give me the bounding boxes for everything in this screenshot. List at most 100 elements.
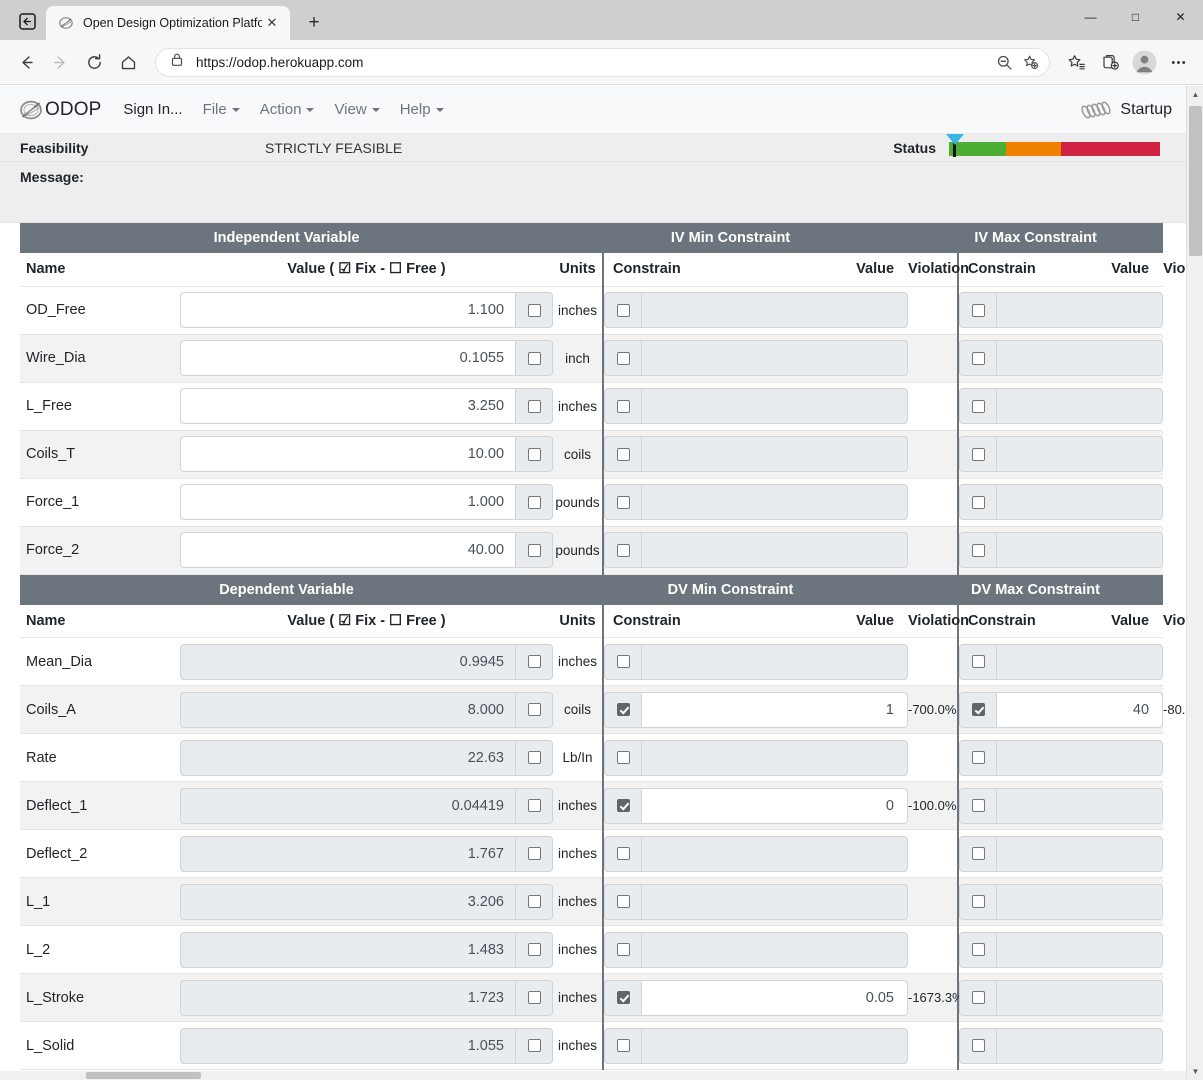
min-constrain-checkbox-wrap[interactable] bbox=[604, 436, 642, 472]
value-input[interactable]: 1.000 bbox=[180, 484, 517, 520]
fix-checkbox-wrap[interactable] bbox=[516, 1027, 553, 1064]
min-constraint-input[interactable]: 0.05 bbox=[641, 979, 908, 1016]
fix-checkbox-wrap[interactable] bbox=[516, 691, 553, 728]
value-input[interactable]: 0.9945 bbox=[180, 643, 516, 680]
max-constrain-checkbox[interactable] bbox=[971, 991, 985, 1004]
refresh-icon[interactable] bbox=[77, 45, 111, 79]
min-constrain-checkbox[interactable] bbox=[616, 399, 630, 413]
value-input[interactable]: 1.483 bbox=[180, 931, 516, 968]
fix-checkbox[interactable] bbox=[527, 943, 541, 956]
fix-checkbox-wrap[interactable] bbox=[516, 739, 553, 776]
window-minimize-icon[interactable]: — bbox=[1068, 0, 1113, 34]
horizontal-scrollbar[interactable] bbox=[0, 1071, 1186, 1080]
nav-sign-in[interactable]: Sign In... bbox=[123, 101, 182, 118]
max-constrain-checkbox-wrap[interactable] bbox=[959, 787, 996, 824]
max-constrain-checkbox[interactable] bbox=[971, 847, 985, 860]
tab-close-icon[interactable]: ✕ bbox=[262, 13, 282, 33]
max-constraint-input[interactable] bbox=[996, 931, 1164, 968]
max-constrain-checkbox-wrap[interactable] bbox=[959, 292, 997, 328]
max-constraint-input[interactable]: 40 bbox=[996, 691, 1164, 728]
value-input[interactable]: 1.723 bbox=[180, 979, 516, 1016]
fix-checkbox[interactable] bbox=[527, 895, 541, 908]
min-constrain-checkbox[interactable] bbox=[616, 655, 630, 668]
max-constraint-input[interactable] bbox=[996, 643, 1164, 680]
min-constraint-input[interactable] bbox=[641, 883, 908, 920]
value-input[interactable]: 3.206 bbox=[180, 883, 516, 920]
fix-checkbox-wrap[interactable] bbox=[516, 340, 554, 376]
max-constraint-input[interactable] bbox=[996, 739, 1164, 776]
max-constrain-checkbox[interactable] bbox=[971, 447, 985, 461]
min-constrain-checkbox[interactable] bbox=[616, 495, 630, 509]
min-constraint-input[interactable] bbox=[641, 643, 908, 680]
max-constrain-checkbox-wrap[interactable] bbox=[959, 835, 996, 872]
settings-more-icon[interactable] bbox=[1162, 46, 1194, 78]
address-bar[interactable]: https://odop.herokuapp.com bbox=[155, 47, 1050, 77]
max-constrain-checkbox[interactable] bbox=[971, 1039, 985, 1052]
zoom-out-icon[interactable] bbox=[991, 49, 1017, 75]
min-constrain-checkbox[interactable] bbox=[616, 543, 630, 557]
fix-checkbox-wrap[interactable] bbox=[516, 883, 553, 920]
scroll-down-icon[interactable]: ▼ bbox=[1187, 1063, 1203, 1080]
value-input[interactable]: 3.250 bbox=[180, 388, 517, 424]
fix-checkbox-wrap[interactable] bbox=[516, 931, 553, 968]
horizontal-scrollbar-thumb[interactable] bbox=[86, 1072, 201, 1079]
min-constraint-input[interactable] bbox=[641, 436, 909, 472]
max-constraint-input[interactable] bbox=[996, 388, 1164, 424]
max-constrain-checkbox-wrap[interactable] bbox=[959, 388, 997, 424]
max-constraint-input[interactable] bbox=[996, 292, 1164, 328]
fix-checkbox-wrap[interactable] bbox=[516, 484, 554, 520]
fix-checkbox[interactable] bbox=[527, 751, 541, 764]
max-constrain-checkbox-wrap[interactable] bbox=[959, 691, 996, 728]
value-input[interactable]: 1.055 bbox=[180, 1027, 516, 1064]
max-constrain-checkbox[interactable] bbox=[971, 655, 985, 668]
fix-checkbox[interactable] bbox=[527, 399, 541, 413]
max-constraint-input[interactable] bbox=[996, 835, 1164, 872]
fix-checkbox[interactable] bbox=[527, 351, 541, 365]
max-constrain-checkbox[interactable] bbox=[971, 895, 985, 908]
max-constrain-checkbox-wrap[interactable] bbox=[959, 739, 996, 776]
tab-actions-icon[interactable] bbox=[12, 6, 42, 36]
fix-checkbox[interactable] bbox=[527, 1039, 541, 1052]
brand-link[interactable]: ODOP bbox=[18, 97, 101, 123]
vertical-scrollbar[interactable]: ▲ ▼ bbox=[1186, 86, 1203, 1080]
max-constrain-checkbox-wrap[interactable] bbox=[959, 340, 997, 376]
min-constraint-input[interactable] bbox=[641, 1027, 908, 1064]
max-constrain-checkbox[interactable] bbox=[971, 399, 985, 413]
max-constrain-checkbox-wrap[interactable] bbox=[959, 979, 996, 1016]
fix-checkbox[interactable] bbox=[527, 543, 541, 557]
fix-checkbox[interactable] bbox=[527, 703, 541, 716]
scroll-up-icon[interactable]: ▲ bbox=[1187, 86, 1203, 103]
min-constrain-checkbox-wrap[interactable] bbox=[604, 340, 642, 376]
min-constrain-checkbox[interactable] bbox=[616, 1039, 630, 1052]
value-input[interactable]: 8.000 bbox=[180, 691, 516, 728]
value-input[interactable]: 10.00 bbox=[180, 436, 517, 472]
min-constrain-checkbox-wrap[interactable] bbox=[604, 292, 642, 328]
min-constrain-checkbox[interactable] bbox=[616, 799, 630, 812]
min-constrain-checkbox[interactable] bbox=[616, 303, 630, 317]
max-constraint-input[interactable] bbox=[996, 532, 1164, 568]
value-input[interactable]: 1.100 bbox=[180, 292, 517, 328]
max-constrain-checkbox[interactable] bbox=[971, 799, 985, 812]
fix-checkbox[interactable] bbox=[527, 847, 541, 860]
min-constraint-input[interactable] bbox=[641, 484, 909, 520]
min-constrain-checkbox[interactable] bbox=[616, 351, 630, 365]
vertical-scrollbar-thumb[interactable] bbox=[1189, 106, 1202, 256]
max-constrain-checkbox[interactable] bbox=[971, 751, 985, 764]
min-constrain-checkbox[interactable] bbox=[616, 751, 630, 764]
max-constrain-checkbox[interactable] bbox=[971, 351, 985, 365]
value-input[interactable]: 1.767 bbox=[180, 835, 516, 872]
max-constrain-checkbox[interactable] bbox=[971, 543, 985, 557]
value-input[interactable]: 40.00 bbox=[180, 532, 517, 568]
fix-checkbox[interactable] bbox=[527, 655, 541, 668]
min-constrain-checkbox-wrap[interactable] bbox=[604, 931, 641, 968]
fix-checkbox[interactable] bbox=[527, 303, 541, 317]
min-constraint-input[interactable] bbox=[641, 292, 909, 328]
min-constraint-input[interactable] bbox=[641, 931, 908, 968]
fix-checkbox-wrap[interactable] bbox=[516, 979, 553, 1016]
min-constraint-input[interactable]: 1 bbox=[641, 691, 908, 728]
min-constraint-input[interactable] bbox=[641, 835, 908, 872]
favorites-icon[interactable] bbox=[1060, 46, 1092, 78]
min-constrain-checkbox[interactable] bbox=[616, 895, 630, 908]
min-constrain-checkbox[interactable] bbox=[616, 847, 630, 860]
nav-file[interactable]: File bbox=[203, 101, 240, 118]
